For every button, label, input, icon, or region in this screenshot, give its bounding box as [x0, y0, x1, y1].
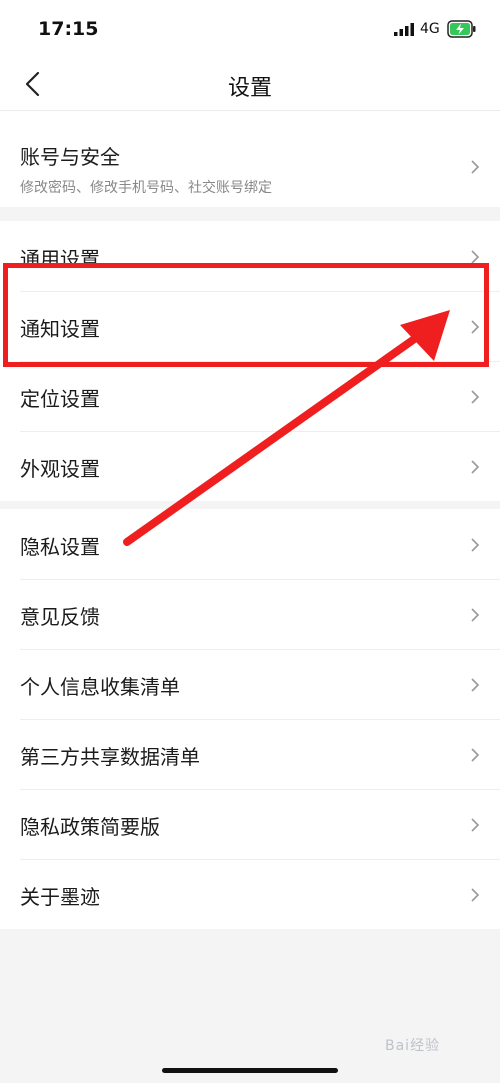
annotation-arrow [123, 310, 450, 546]
home-indicator[interactable] [162, 1068, 338, 1073]
watermark-text: Bai经验 [385, 1038, 441, 1054]
